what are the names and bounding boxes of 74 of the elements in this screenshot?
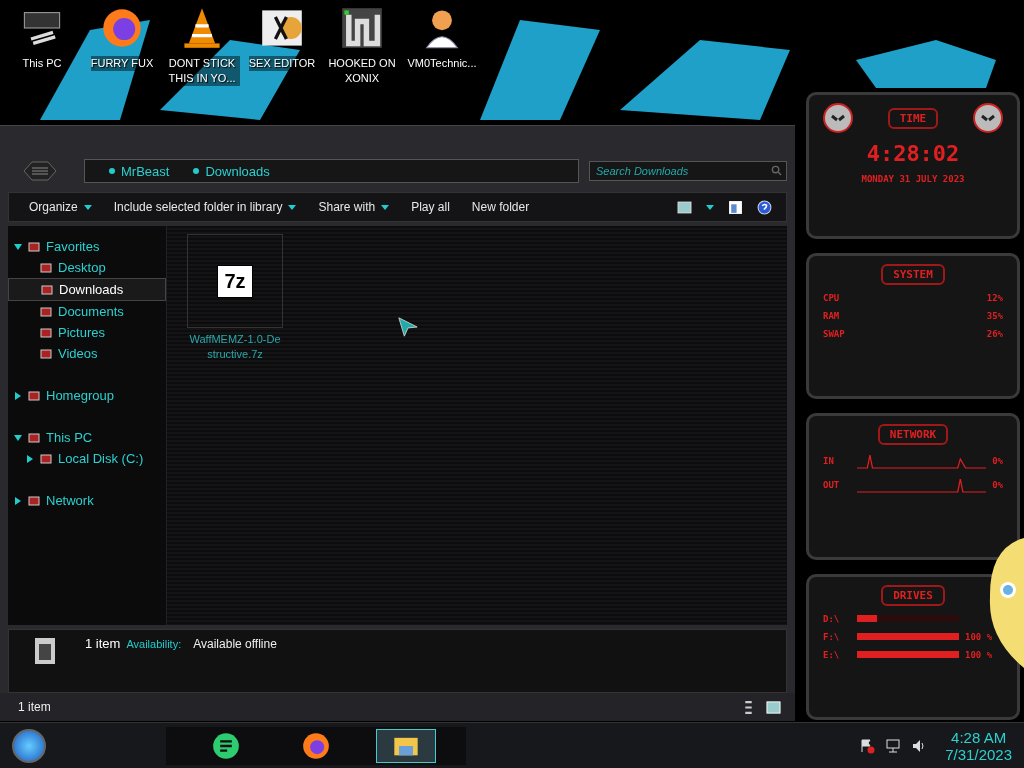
meter-reading: 12%	[986, 292, 1003, 303]
expander-icon[interactable]	[14, 496, 22, 505]
start-button[interactable]	[12, 728, 46, 763]
nav-item[interactable]: Desktop	[8, 257, 166, 278]
expander-icon[interactable]	[14, 391, 22, 400]
file-thumbnail[interactable]: 7z	[187, 234, 283, 328]
maze-icon[interactable]	[340, 6, 384, 50]
caret-icon	[381, 204, 390, 210]
meter-reading: 0%	[992, 480, 1003, 490]
taskbar-clock[interactable]: 4:28 AM 7/31/2023	[945, 728, 1012, 763]
clock-date: MONDAY 31 JULY 2023	[861, 174, 965, 184]
alien-head-icon	[823, 103, 853, 133]
drive-reading: 100 %	[965, 631, 994, 642]
nav-item[interactable]: Videos	[8, 343, 166, 364]
view-options-icon[interactable]	[677, 199, 692, 215]
availability-label: Availability:	[126, 638, 182, 650]
drive-label: E:\	[823, 649, 841, 660]
drive-label: F:\	[823, 631, 841, 642]
toolbar-button[interactable]: New folder	[467, 197, 534, 217]
nav-item[interactable]: Network	[8, 490, 166, 511]
nav-item[interactable]: This PC	[8, 427, 166, 448]
mouse-cursor-icon	[397, 316, 419, 338]
drive-label: D:\	[823, 613, 841, 624]
gadget-title: SYSTEM	[881, 263, 945, 285]
expander-icon[interactable]	[26, 454, 34, 463]
alien-head-icon	[973, 103, 1003, 133]
toolbar-button[interactable]: Organize	[25, 197, 96, 217]
large-icons-view-icon[interactable]	[766, 699, 781, 715]
help-icon[interactable]	[757, 199, 772, 215]
toolbar-button[interactable]: Include selected folder in library	[109, 197, 301, 217]
clock-time: 4:28:02	[866, 141, 960, 166]
nav-item[interactable]: Favorites	[8, 236, 166, 257]
availability-value: Available offline	[193, 637, 277, 651]
nav-item[interactable]: Documents	[8, 301, 166, 322]
nav-item[interactable]: Homegroup	[8, 385, 166, 406]
nav-item[interactable]: Downloads	[8, 278, 166, 301]
archive-icon: 7z	[218, 265, 252, 297]
toolbar-button[interactable]: Play all	[407, 197, 454, 217]
browser-icon[interactable]	[100, 6, 144, 50]
meter-reading: 0%	[992, 456, 1003, 466]
meter-reading: 35%	[986, 310, 1003, 321]
clock-date: 7/31/2023	[945, 745, 1012, 763]
gadget-title: DRIVES	[881, 584, 945, 606]
item-count: 1 item	[85, 636, 121, 651]
search-field[interactable]: Search Downloads	[589, 161, 787, 181]
meter-label: CPU	[823, 292, 840, 303]
flag-icon[interactable]	[859, 737, 876, 754]
caret-icon	[83, 204, 92, 210]
gadget-title: TIME	[887, 107, 939, 129]
clock-time: 4:28 AM	[951, 728, 1007, 746]
breadcrumb-item[interactable]: Downloads	[205, 163, 270, 179]
meter-label: SWAP	[823, 328, 845, 339]
network-icon[interactable]	[885, 737, 902, 754]
drive-reading: 100 %	[965, 649, 994, 660]
toolbar-button[interactable]: Share with	[314, 197, 394, 217]
expander-icon[interactable]	[14, 242, 22, 251]
meter-label: OUT	[823, 480, 841, 490]
desktop-icon-label[interactable]: SEX EDITOR	[248, 56, 316, 71]
search-icon	[771, 165, 782, 176]
nav-item[interactable]: Local Disk (C:)	[8, 448, 166, 469]
gadget-title: NETWORK	[877, 424, 949, 445]
status-text: 1 item	[18, 700, 51, 714]
breadcrumb-item[interactable]: MrBeast	[121, 163, 170, 179]
meter-label: IN	[823, 456, 835, 466]
expander-icon[interactable]	[14, 433, 22, 442]
caret-icon[interactable]	[706, 204, 714, 210]
caret-icon	[288, 204, 297, 210]
meter-label: RAM	[823, 310, 840, 321]
meter-reading: 26%	[986, 328, 1003, 339]
address-bar[interactable]: MrBeast Downloads	[84, 159, 579, 183]
file-name[interactable]: WaffMEMZ-1.0-Destructive.7z	[187, 332, 283, 362]
desktop-icon-label[interactable]: FURRY FUX	[90, 56, 154, 71]
preview-pane-icon[interactable]	[728, 199, 743, 215]
nav-item[interactable]: Pictures	[8, 322, 166, 343]
